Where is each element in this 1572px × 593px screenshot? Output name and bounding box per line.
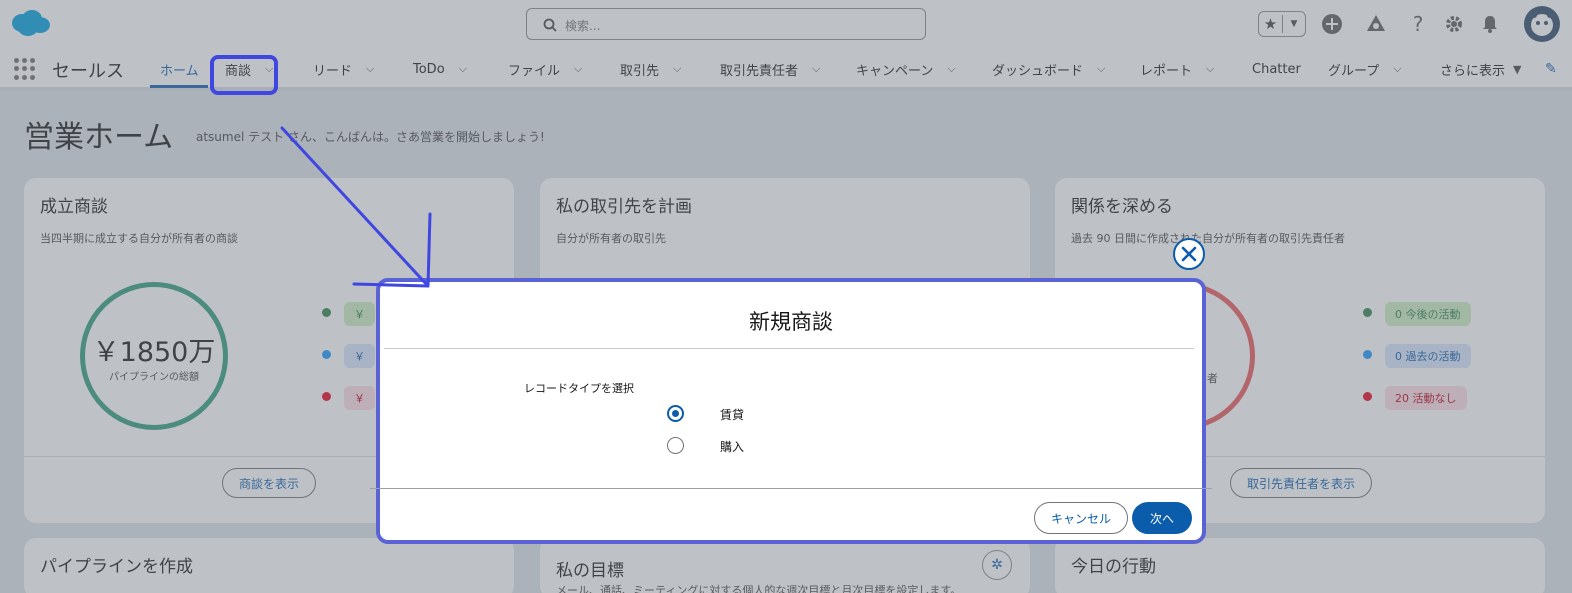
annotation-arrow bbox=[280, 126, 432, 288]
